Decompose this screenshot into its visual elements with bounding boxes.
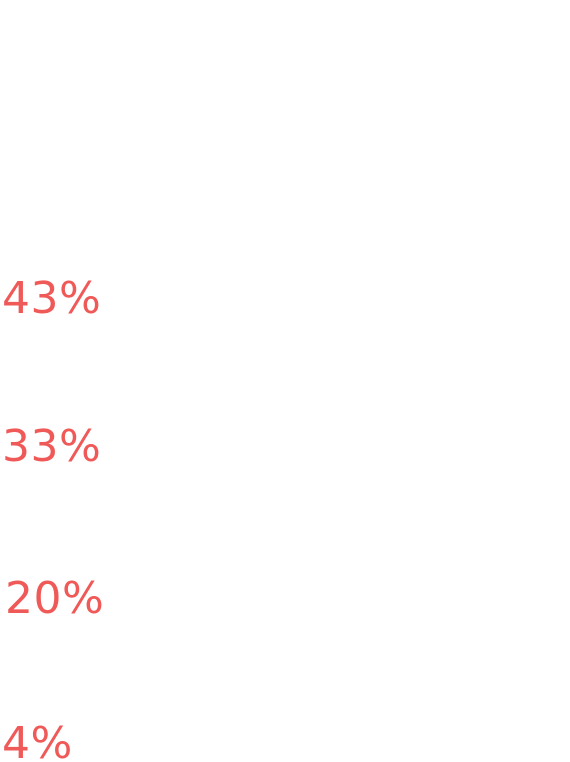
stat-value-1: 43% xyxy=(2,273,102,324)
stat-value-4: 4% xyxy=(2,718,73,762)
stat-value-2: 33% xyxy=(2,421,102,472)
stat-value-3: 20% xyxy=(5,573,105,624)
